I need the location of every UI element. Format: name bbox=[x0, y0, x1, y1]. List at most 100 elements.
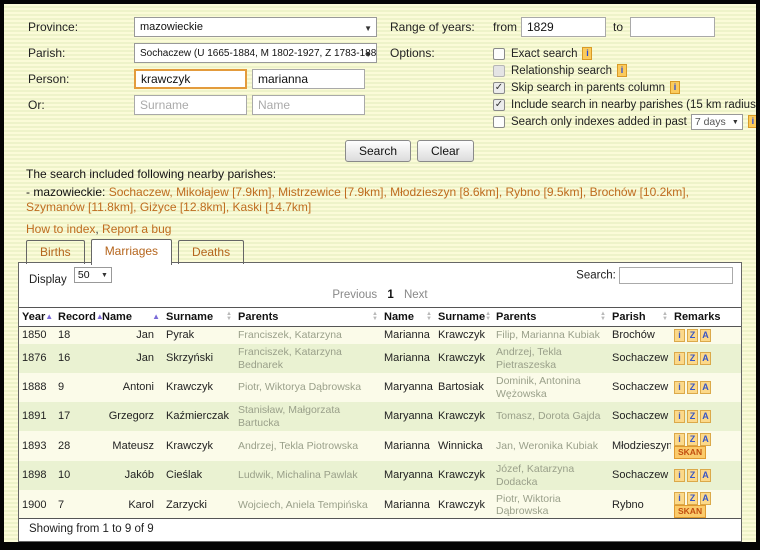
how-to-index-link[interactable]: How to index bbox=[26, 222, 95, 236]
cell-record: 9 bbox=[55, 373, 99, 402]
column-header-record[interactable]: Record▲ bbox=[55, 308, 99, 327]
cell-record: 28 bbox=[55, 431, 99, 461]
source-z-icon[interactable]: Z bbox=[687, 352, 698, 365]
cell-parish: Sochaczew bbox=[609, 344, 671, 373]
parish-link[interactable]: Kaski [14.7km] bbox=[233, 200, 312, 214]
cell-parish: Sochaczew bbox=[609, 461, 671, 490]
column-header-parents[interactable]: Parents▲▼ bbox=[235, 308, 381, 327]
sort-down-icon: ▼ bbox=[426, 317, 432, 322]
source-a-icon[interactable]: A bbox=[700, 352, 711, 365]
chevron-down-icon: ▼ bbox=[364, 50, 372, 59]
search-button[interactable]: Search bbox=[345, 140, 411, 162]
cell-groom-parents: Andrzej, Tekla Piotrowska bbox=[235, 431, 381, 461]
option-row: ✓ Include search in nearby parishes (15 k… bbox=[493, 96, 760, 113]
info-icon[interactable]: i bbox=[582, 47, 592, 60]
column-header-name[interactable]: Name▲▼ bbox=[381, 308, 435, 327]
source-z-icon[interactable]: Z bbox=[687, 381, 698, 394]
cell-record: 18 bbox=[55, 327, 99, 345]
source-z-icon[interactable]: Z bbox=[687, 469, 698, 482]
or-surname-input[interactable] bbox=[134, 95, 247, 115]
tab-marriages[interactable]: Marriages bbox=[91, 239, 172, 265]
cell-groom-surname: Skrzyński bbox=[163, 344, 235, 373]
cell-bride-parents: Tomasz, Dorota Gajda bbox=[493, 402, 609, 431]
info-remark-icon[interactable]: i bbox=[674, 352, 685, 365]
year-from-input[interactable] bbox=[521, 17, 606, 37]
tab-births[interactable]: Births bbox=[26, 240, 85, 264]
person-name-input[interactable] bbox=[252, 69, 365, 89]
source-a-icon[interactable]: A bbox=[700, 410, 711, 423]
table-search-input[interactable] bbox=[619, 267, 733, 284]
parish-link[interactable]: Brochów [10.2km] bbox=[590, 185, 686, 199]
info-remark-icon[interactable]: i bbox=[674, 469, 685, 482]
scan-link[interactable]: SKAN bbox=[674, 505, 706, 518]
days-select[interactable]: 7 days▼ bbox=[691, 114, 743, 130]
cell-groom-name: Jakób bbox=[99, 461, 163, 490]
parish-link[interactable]: Mikołajew [7.9km] bbox=[176, 185, 271, 199]
table-row: 18889AntoniKrawczykPiotr, Wiktorya Dąbro… bbox=[19, 373, 741, 402]
cell-bride-surname: Winnicka bbox=[435, 431, 493, 461]
or-name-input[interactable] bbox=[252, 95, 365, 115]
sort-icon: ▲▼ bbox=[426, 312, 432, 322]
parish-label: Parish: bbox=[28, 46, 65, 60]
column-header-surname[interactable]: Surname▲▼ bbox=[163, 308, 235, 327]
option-checkbox[interactable] bbox=[493, 48, 505, 60]
province-select[interactable]: mazowieckie ▼ bbox=[134, 17, 377, 37]
person-surname-input[interactable] bbox=[134, 69, 247, 89]
source-z-icon[interactable]: Z bbox=[687, 329, 698, 342]
source-a-icon[interactable]: A bbox=[700, 492, 711, 505]
option-label: Include search in nearby parishes (15 km… bbox=[511, 99, 760, 111]
source-a-icon[interactable]: A bbox=[700, 381, 711, 394]
range-from-label: from bbox=[493, 20, 517, 34]
parish-link[interactable]: Młodzieszyn [8.6km] bbox=[390, 185, 499, 199]
option-checkbox[interactable]: ✓ bbox=[493, 99, 505, 111]
option-checkbox[interactable] bbox=[493, 116, 505, 128]
column-header-surname[interactable]: Surname▲▼ bbox=[435, 308, 493, 327]
option-checkbox[interactable]: ✓ bbox=[493, 82, 505, 94]
parish-link[interactable]: Sochaczew bbox=[109, 185, 170, 199]
cell-record: 17 bbox=[55, 402, 99, 431]
info-remark-icon[interactable]: i bbox=[674, 410, 685, 423]
source-z-icon[interactable]: Z bbox=[687, 410, 698, 423]
parish-link[interactable]: Giżyce [12.8km] bbox=[140, 200, 226, 214]
column-header-parents[interactable]: Parents▲▼ bbox=[493, 308, 609, 327]
source-a-icon[interactable]: A bbox=[700, 329, 711, 342]
parish-link[interactable]: Szymanów [11.8km] bbox=[26, 200, 133, 214]
info-icon[interactable]: i bbox=[748, 115, 758, 128]
column-header-remarks[interactable]: Remarks bbox=[671, 308, 741, 327]
tab-deaths[interactable]: Deaths bbox=[178, 240, 244, 264]
report-bug-link[interactable]: Report a bug bbox=[102, 222, 171, 236]
results-panel: Display 50 ▼ Search: Previous 1 Next Yea… bbox=[18, 262, 742, 542]
column-header-parish[interactable]: Parish▲▼ bbox=[609, 308, 671, 327]
table-row: 189117GrzegorzKaźmierczakStanisław, Małg… bbox=[19, 402, 741, 431]
column-header-year[interactable]: Year▲ bbox=[19, 308, 55, 327]
option-checkbox[interactable] bbox=[493, 65, 505, 77]
parish-select[interactable]: Sochaczew (U 1665-1884, M 1802-1927, Z 1… bbox=[134, 43, 377, 63]
info-icon[interactable]: i bbox=[670, 81, 680, 94]
source-z-icon[interactable]: Z bbox=[687, 492, 698, 505]
info-remark-icon[interactable]: i bbox=[674, 381, 685, 394]
table-footer-info: Showing from 1 to 9 of 9 bbox=[19, 518, 741, 541]
cell-bride-name: Maryanna bbox=[381, 461, 435, 490]
info-icon[interactable]: i bbox=[617, 64, 627, 77]
parish-link[interactable]: Rybno [9.5km] bbox=[506, 185, 583, 199]
cell-year: 1900 bbox=[19, 490, 55, 520]
record-type-tabs: Births Marriages Deaths bbox=[26, 239, 244, 264]
column-header-name[interactable]: Name▲ bbox=[99, 308, 163, 327]
source-z-icon[interactable]: Z bbox=[687, 433, 698, 446]
pagination-next[interactable]: Next bbox=[404, 289, 428, 301]
scan-link[interactable]: SKAN bbox=[674, 446, 706, 459]
info-remark-icon[interactable]: i bbox=[674, 433, 685, 446]
parish-link[interactable]: Mistrzewice [7.9km] bbox=[278, 185, 383, 199]
source-a-icon[interactable]: A bbox=[700, 433, 711, 446]
sort-ascending-icon: ▲ bbox=[45, 313, 53, 321]
pagination-previous[interactable]: Previous bbox=[332, 289, 377, 301]
cell-year: 1876 bbox=[19, 344, 55, 373]
display-select[interactable]: 50 ▼ bbox=[74, 267, 112, 283]
info-remark-icon[interactable]: i bbox=[674, 492, 685, 505]
info-remark-icon[interactable]: i bbox=[674, 329, 685, 342]
cell-groom-name: Jan bbox=[99, 327, 163, 345]
clear-button[interactable]: Clear bbox=[417, 140, 474, 162]
source-a-icon[interactable]: A bbox=[700, 469, 711, 482]
year-to-input[interactable] bbox=[630, 17, 715, 37]
cell-bride-surname: Krawczyk bbox=[435, 402, 493, 431]
